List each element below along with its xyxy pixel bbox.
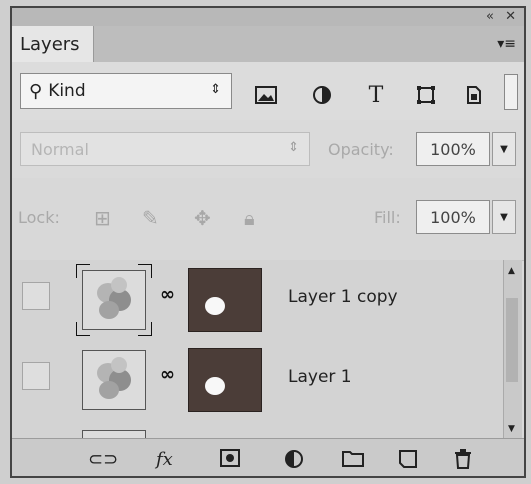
lock-all-icon[interactable]: 🔒︎ (244, 206, 255, 230)
mask-link-icon[interactable]: ∞ (160, 284, 175, 305)
panel-top-bar: « ✕ (12, 8, 524, 26)
layer-row[interactable]: ∞ Layer 1 copy (12, 260, 506, 341)
layers-panel: « ✕ Layers ▾≡ ⚲ Kind ⇕ T Normal ⇕ Opacit… (10, 6, 526, 478)
fill-dropdown-arrow[interactable]: ▼ (492, 200, 516, 234)
new-group-icon[interactable] (342, 449, 364, 472)
adjustment-layer-icon[interactable] (284, 449, 304, 474)
layer-name[interactable]: Layer 1 copy (288, 287, 398, 307)
layer-name[interactable]: Layer 1 (288, 367, 352, 387)
fill-input[interactable]: 100% (416, 200, 490, 234)
delete-layer-icon[interactable] (454, 449, 472, 474)
opacity-dropdown-arrow[interactable]: ▼ (492, 132, 516, 166)
lock-label: Lock: (18, 208, 60, 227)
double-chevron-icon[interactable]: « (486, 9, 494, 24)
blend-mode-select[interactable]: Normal ⇕ (20, 132, 310, 166)
layer-row[interactable]: ∞ Layer 1 (12, 340, 506, 421)
new-layer-icon[interactable] (398, 449, 418, 474)
panel-menu-icon[interactable]: ▾≡ (497, 36, 516, 52)
fill-label: Fill: (374, 208, 401, 227)
tab-bar: Layers ▾≡ (12, 26, 524, 63)
blend-row: Normal ⇕ Opacity: 100% ▼ (12, 120, 524, 178)
lock-image-pixels-icon[interactable]: ✎ (142, 206, 159, 230)
bottom-toolbar: ⊂⊃ fx (12, 438, 524, 476)
mask-link-icon[interactable]: ∞ (160, 364, 175, 385)
layers-list: ∞ Layer 1 copy ∞ Layer 1 (12, 260, 506, 438)
search-icon: ⚲ (29, 80, 43, 102)
opacity-label: Opacity: (328, 140, 394, 159)
close-icon[interactable]: ✕ (505, 9, 516, 24)
kind-filter-select[interactable]: ⚲ Kind ⇕ (20, 73, 232, 109)
layers-scrollbar[interactable]: ▲ ▼ (503, 260, 522, 438)
pixel-filter-icon[interactable] (254, 84, 278, 106)
add-mask-icon[interactable] (220, 449, 240, 472)
smart-object-filter-icon[interactable] (462, 84, 486, 106)
adjustment-filter-icon[interactable] (310, 84, 334, 106)
kind-filter-label: Kind (48, 81, 86, 101)
link-layers-icon[interactable]: ⊂⊃ (88, 449, 118, 470)
shape-filter-icon[interactable] (414, 84, 438, 106)
layer-thumbnail[interactable] (82, 350, 146, 410)
tab-layers[interactable]: Layers (12, 26, 94, 62)
lock-row: Lock: ⊞ ✎ ✥ 🔒︎ Fill: 100% ▼ (12, 178, 524, 261)
lock-position-icon[interactable]: ✥ (194, 206, 211, 230)
lock-transparent-pixels-icon[interactable]: ⊞ (94, 206, 111, 230)
type-filter-icon[interactable]: T (364, 83, 388, 108)
scrollbar-thumb[interactable] (506, 298, 518, 382)
visibility-toggle[interactable] (22, 362, 50, 390)
chevron-updown-icon: ⇕ (210, 82, 221, 97)
blend-mode-value: Normal (31, 139, 89, 159)
filter-toggle-switch[interactable] (504, 74, 518, 110)
scroll-up-icon[interactable]: ▲ (508, 266, 515, 276)
filter-row: ⚲ Kind ⇕ T (12, 62, 524, 121)
layer-thumbnail[interactable] (82, 270, 146, 330)
visibility-toggle[interactable] (22, 282, 50, 310)
layer-row[interactable] (12, 420, 506, 438)
chevron-updown-icon: ⇕ (288, 140, 299, 155)
scroll-down-icon[interactable]: ▼ (508, 424, 515, 434)
layer-thumbnail[interactable] (82, 430, 146, 438)
layer-mask-thumbnail[interactable] (188, 268, 262, 332)
layer-mask-thumbnail[interactable] (188, 348, 262, 412)
opacity-input[interactable]: 100% (416, 132, 490, 166)
fx-icon[interactable]: fx (156, 449, 173, 470)
